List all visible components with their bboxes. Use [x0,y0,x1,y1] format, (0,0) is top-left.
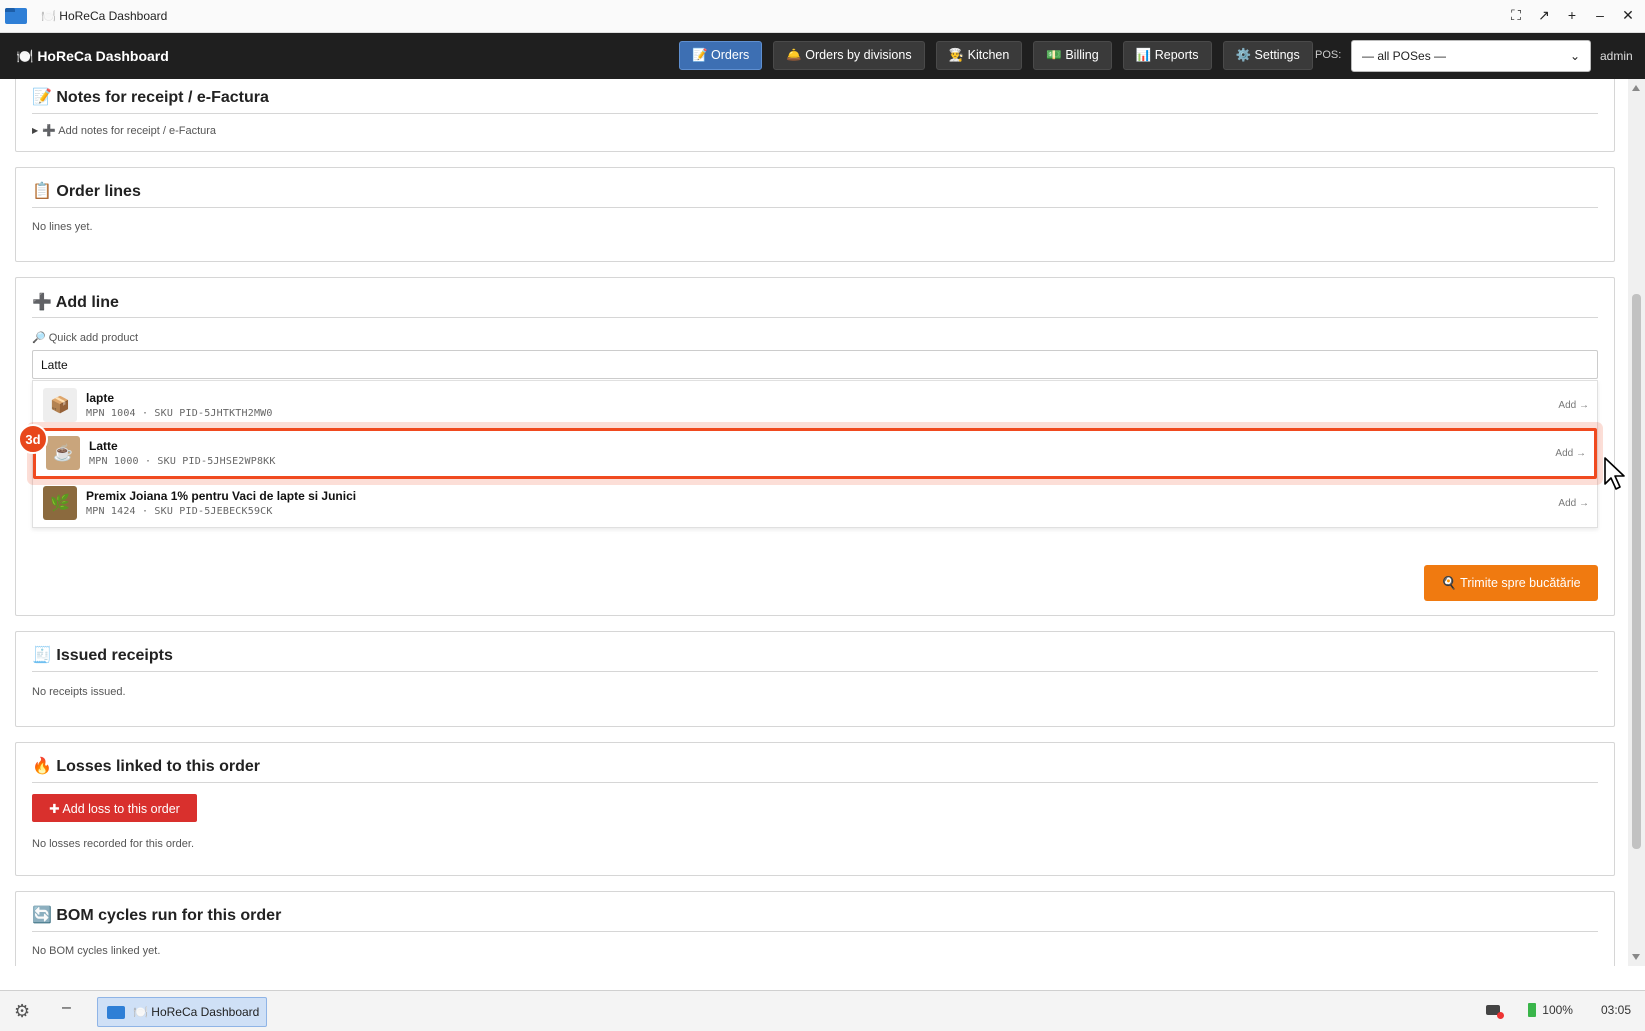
quick-add-label: 🔎 Quick add product [32,332,139,344]
chevron-down-icon: ⌄ [1569,49,1580,63]
divider [32,113,1598,114]
divider [32,782,1598,783]
divider [32,317,1598,318]
nav-orders-by-divisions-button[interactable]: 🛎️ Orders by divisions [773,41,925,70]
mouse-cursor-icon [1604,457,1625,490]
scrollbar-thumb[interactable] [1632,294,1641,849]
suggestion-add-link[interactable]: Add → [1555,448,1586,459]
product-suggestions: 📦 lapte MPN 1004 · SKU PID-5JHTKTH2MW0 A… [32,380,1598,528]
taskbar-window-label: 🍽️ HoReCa Dashboard [133,1005,260,1019]
vertical-scrollbar[interactable] [1628,79,1645,966]
notes-title: 📝 Notes for receipt / e-Factura [32,89,269,106]
suggestion-meta: MPN 1004 · SKU PID-5JHTKTH2MW0 [86,408,273,419]
bom-empty: No BOM cycles linked yet. [32,945,161,957]
pos-select[interactable]: — all POSes — ⌄ [1351,40,1591,72]
nav-settings-button[interactable]: ⚙️ Settings [1222,41,1313,70]
main-content: 📝 Notes for receipt / e-Factura ▶ ➕ Add … [0,79,1628,966]
fullscreen-icon[interactable]: ⛶ [1509,6,1523,24]
box-icon: 📦 [43,388,77,422]
notes-summary[interactable]: ▶ ➕ Add notes for receipt / e-Factura [32,124,216,137]
taskbar: ⚙ – 🍽️ HoReCa Dashboard 100% 03:05 [0,990,1645,1031]
scroll-down-arrow-icon[interactable] [1632,954,1640,960]
suggestion-add-link[interactable]: Add → [1558,400,1589,411]
send-to-kitchen-button[interactable]: 🍳 Trimite spre bucătărie [1424,565,1598,601]
network-disconnected-icon[interactable] [1486,1005,1505,1019]
clock[interactable]: 03:05 [1601,1003,1631,1017]
suggestion-item[interactable]: 🌿 Premix Joiana 1% pentru Vaci de lapte … [33,479,1597,527]
scroll-up-arrow-icon[interactable] [1632,85,1640,91]
receipts-card: 🧾 Issued receipts No receipts issued. [15,631,1615,727]
losses-card: 🔥 Losses linked to this order ✚ Add loss… [15,742,1615,876]
nav-reports-button[interactable]: 📊 Reports [1122,41,1212,70]
divider [32,931,1598,932]
order-lines-empty: No lines yet. [32,221,93,233]
suggestion-meta: MPN 1000 · SKU PID-5JHSE2WP8KK [89,456,276,467]
battery-indicator[interactable]: 100% [1528,1003,1573,1017]
search-input-value: Latte [41,357,68,372]
bom-card: 🔄 BOM cycles run for this order No BOM c… [15,891,1615,966]
product-photo-icon: 🌿 [43,486,77,520]
order-lines-card: 📋 Order lines No lines yet. [15,167,1615,262]
notes-card: 📝 Notes for receipt / e-Factura ▶ ➕ Add … [15,79,1615,152]
add-line-card: ➕ Add line 🔎 Quick add product Latte 📦 l… [15,277,1615,616]
add-loss-button[interactable]: ✚ Add loss to this order [32,794,197,822]
maximize-icon[interactable]: + [1565,6,1579,24]
battery-level: 100% [1542,1003,1573,1017]
nav-orders-button[interactable]: 📝 Orders [679,41,763,70]
nav-billing-button[interactable]: 💵 Billing [1033,41,1112,70]
divider [32,671,1598,672]
divider [32,207,1598,208]
quick-add-search-input[interactable]: Latte [32,350,1598,379]
suggestion-item-highlighted[interactable]: ☕ Latte MPN 1000 · SKU PID-5JHSE2WP8KK A… [33,428,1597,479]
disclosure-triangle-icon: ▶ [32,126,39,135]
folder-icon [107,1005,125,1019]
window-controls: ⛶ ↗ + – ✕ [1509,6,1635,24]
suggestion-name: lapte [86,391,115,405]
losses-title: 🔥 Losses linked to this order [32,758,260,775]
folder-app-icon [5,8,27,24]
user-name[interactable]: admin [1600,49,1633,63]
pos-selected-value: — all POSes — [1362,49,1447,63]
highlight-step-badge: 3d [18,424,48,454]
latte-photo-icon: ☕ [46,436,80,470]
bom-title: 🔄 BOM cycles run for this order [32,907,282,924]
losses-empty: No losses recorded for this order. [32,838,195,850]
suggestion-add-link[interactable]: Add → [1558,498,1589,509]
taskbar-window-button[interactable]: 🍽️ HoReCa Dashboard [97,997,267,1027]
pos-label: POS: [1315,49,1342,61]
minimize-icon[interactable]: – [1593,6,1607,24]
minimize-all-icon[interactable]: – [62,999,71,1017]
suggestion-name: Latte [89,439,118,453]
receipts-empty: No receipts issued. [32,686,126,698]
receipts-title: 🧾 Issued receipts [32,647,173,664]
restore-icon[interactable]: ↗ [1537,6,1551,24]
brand-title[interactable]: 🍽️ HoReCa Dashboard [16,48,169,65]
suggestion-item[interactable]: 📦 lapte MPN 1004 · SKU PID-5JHTKTH2MW0 A… [33,381,1597,429]
nav-kitchen-button[interactable]: 👨‍🍳 Kitchen [935,41,1023,70]
battery-icon [1528,1003,1537,1017]
system-tray: 100% 03:05 [1486,1003,1631,1019]
notes-summary-label: ➕ Add notes for receipt / e-Factura [42,125,217,137]
window-title: 🍽️ HoReCa Dashboard [41,9,168,23]
app-header: 🍽️ HoReCa Dashboard 📝 Orders 🛎️ Orders b… [0,33,1645,79]
window-titlebar: 🍽️ HoReCa Dashboard ⛶ ↗ + – ✕ [0,0,1645,33]
suggestion-name: Premix Joiana 1% pentru Vaci de lapte si… [86,489,357,503]
suggestion-meta: MPN 1424 · SKU PID-5JEBECK59CK [86,506,273,517]
order-lines-title: 📋 Order lines [32,183,141,200]
add-line-title: ➕ Add line [32,294,119,311]
close-icon[interactable]: ✕ [1621,6,1635,24]
main-nav: 📝 Orders 🛎️ Orders by divisions 👨‍🍳 Kitc… [679,41,1313,70]
gear-icon[interactable]: ⚙ [14,1001,30,1022]
